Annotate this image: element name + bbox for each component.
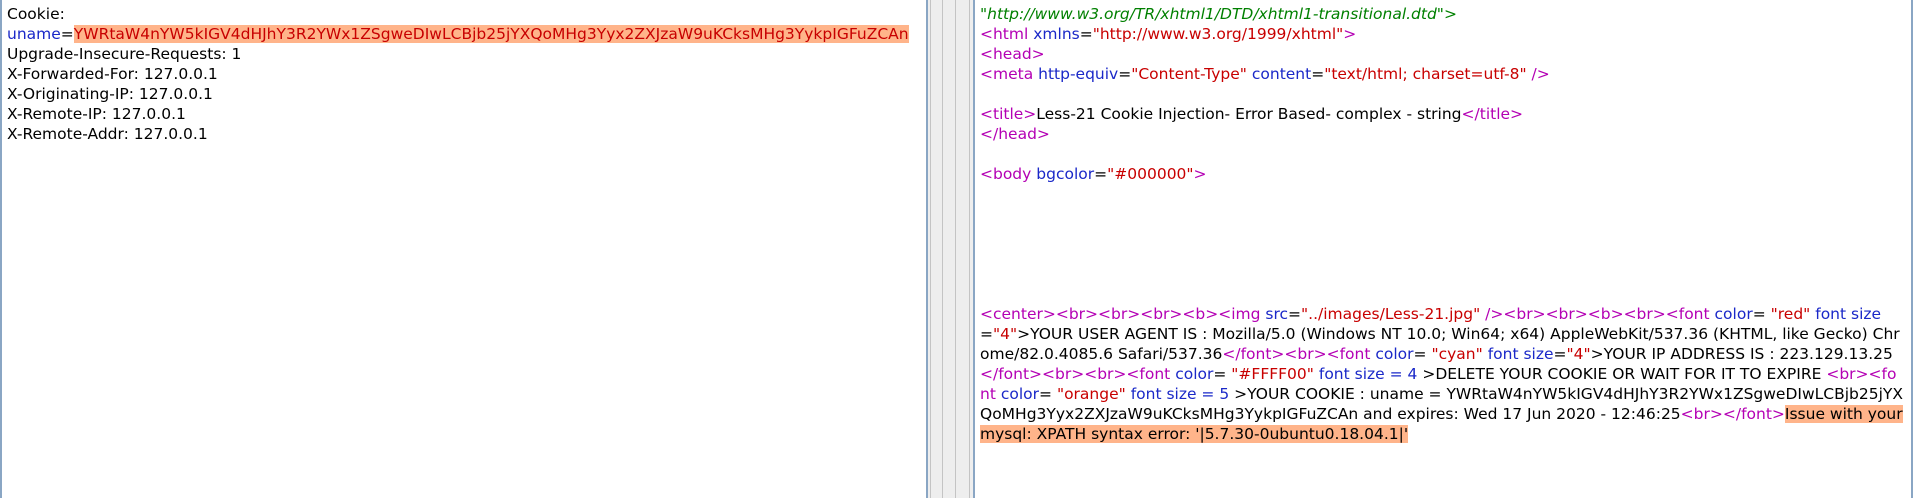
http-equiv-attr: http-equiv [1038,65,1119,83]
ip-address-text: >YOUR IP ADDRESS IS : 223.129.13.25 [1590,345,1893,363]
request-editor-pane[interactable]: Cookie: uname=YWRtaW4nYW5kIGV4dHJhY3R2YW… [0,0,928,498]
cyan-value: "cyan" [1431,345,1483,363]
bgcolor-attr: bgcolor [1036,165,1095,183]
src-attr: src [1265,305,1289,323]
self-close-tag: /> [1531,65,1550,83]
page-title-text: Less-21 Cookie Injection- Error Based- c… [1036,105,1462,123]
header-line: X-Forwarded-For: 127.0.0.1 [7,65,218,83]
request-editor-text[interactable]: Cookie: uname=YWRtaW4nYW5kIGV4dHJhY3R2YW… [7,4,924,144]
doctype-url: "http://www.w3.org/TR/xhtml1/DTD/xhtml1-… [980,5,1457,23]
html-tag: <html [980,25,1029,43]
size-value: "4" [1566,345,1591,363]
response-pane-left-border [973,0,975,498]
divider-line [930,0,931,498]
font-size-attr: font size [1815,305,1882,323]
size-value: "4" [993,325,1018,343]
cookie-header-line: Cookie: [7,4,924,24]
uname-cookie-key: uname [7,25,61,43]
request-pane-left-border [0,0,2,498]
response-viewer-text[interactable]: "http://www.w3.org/TR/xhtml1/DTD/xhtml1-… [980,4,1903,444]
body-tag: <body [980,165,1032,183]
title-line: <title>Less-21 Cookie Injection- Error B… [980,104,1903,124]
font-size-eq-4: font size = 4 [1318,365,1418,383]
head-close-tag: </head> [980,125,1050,143]
pane-divider[interactable] [928,0,973,498]
doctype-line: "http://www.w3.org/TR/xhtml1/DTD/xhtml1-… [980,4,1903,24]
orange-value: "orange" [1056,385,1126,403]
head-open-line: <head> [980,44,1903,64]
header-line: X-Remote-Addr: 127.0.0.1 [7,125,208,143]
xmlns-value: "http://www.w3.org/1999/xhtml" [1092,25,1344,43]
font-size-attr: font size [1487,345,1554,363]
response-viewer-pane[interactable]: "http://www.w3.org/TR/xhtml1/DTD/xhtml1-… [973,0,1913,498]
font-close-tags: </font><br><br><font [980,365,1171,383]
color-attr: color [1175,365,1214,383]
cookie-equals: = [60,25,74,43]
tag-close: > [1343,25,1357,43]
content-attr: content [1251,65,1312,83]
xmlns-attr: xmlns [1033,25,1080,43]
title-close-tag: </title> [1461,105,1524,123]
header-line: X-Remote-IP: 127.0.0.1 [7,105,186,123]
br-font-close-tags: <br></font> [1680,405,1785,423]
center-content-block: <center><br><br><br><b><img src="../imag… [980,305,1904,443]
font-close-tags: </font><br><font [1222,345,1371,363]
center-img-tags: <center><br><br><br><b><img [980,305,1261,323]
divider-line [955,0,956,498]
uname-cookie-value-selected[interactable]: YWRtaW4nYW5kIGV4dHJhY3R2YWx1ZSgweDIwLCBj… [73,25,909,43]
http-equiv-value: "Content-Type" [1131,65,1247,83]
bgcolor-value: "#000000" [1107,165,1194,183]
body-open-line: <body bgcolor="#000000"> [980,165,1207,183]
meta-line: <meta http-equiv="Content-Type" content=… [980,65,1550,83]
title-open-tag: <title> [980,105,1037,123]
content-value: "text/html; charset=utf-8" [1324,65,1527,83]
html-open-line: <html xmlns="http://www.w3.org/1999/xhtm… [980,25,1357,43]
cookie-header-label: Cookie: [7,5,65,23]
divider-line [969,0,970,498]
yellow-value: "#FFFF00" [1231,365,1314,383]
br-font-tags: /><br><br><b><br><font [1485,305,1710,323]
head-tag: <head> [980,45,1045,63]
header-line: Upgrade-Insecure-Requests: 1 [7,45,242,63]
color-attr: color [1714,305,1753,323]
src-value: "../images/Less-21.jpg" [1301,305,1481,323]
meta-tag: <meta [980,65,1034,83]
response-pane-right-border [1911,0,1913,498]
color-attr: color [1375,345,1414,363]
red-value: "red" [1770,305,1811,323]
tag-close: > [1193,165,1207,183]
uname-cookie-line: uname=YWRtaW4nYW5kIGV4dHJhY3R2YWx1ZSgweD… [7,24,924,44]
header-line: X-Originating-IP: 127.0.0.1 [7,85,213,103]
head-close-line: </head> [980,124,1903,144]
font-size-eq-5: font size = 5 [1130,385,1230,403]
delete-cookie-text: >DELETE YOUR COOKIE OR WAIT FOR IT TO EX… [1422,365,1822,383]
color-attr: color [1000,385,1040,403]
divider-line [942,0,943,498]
